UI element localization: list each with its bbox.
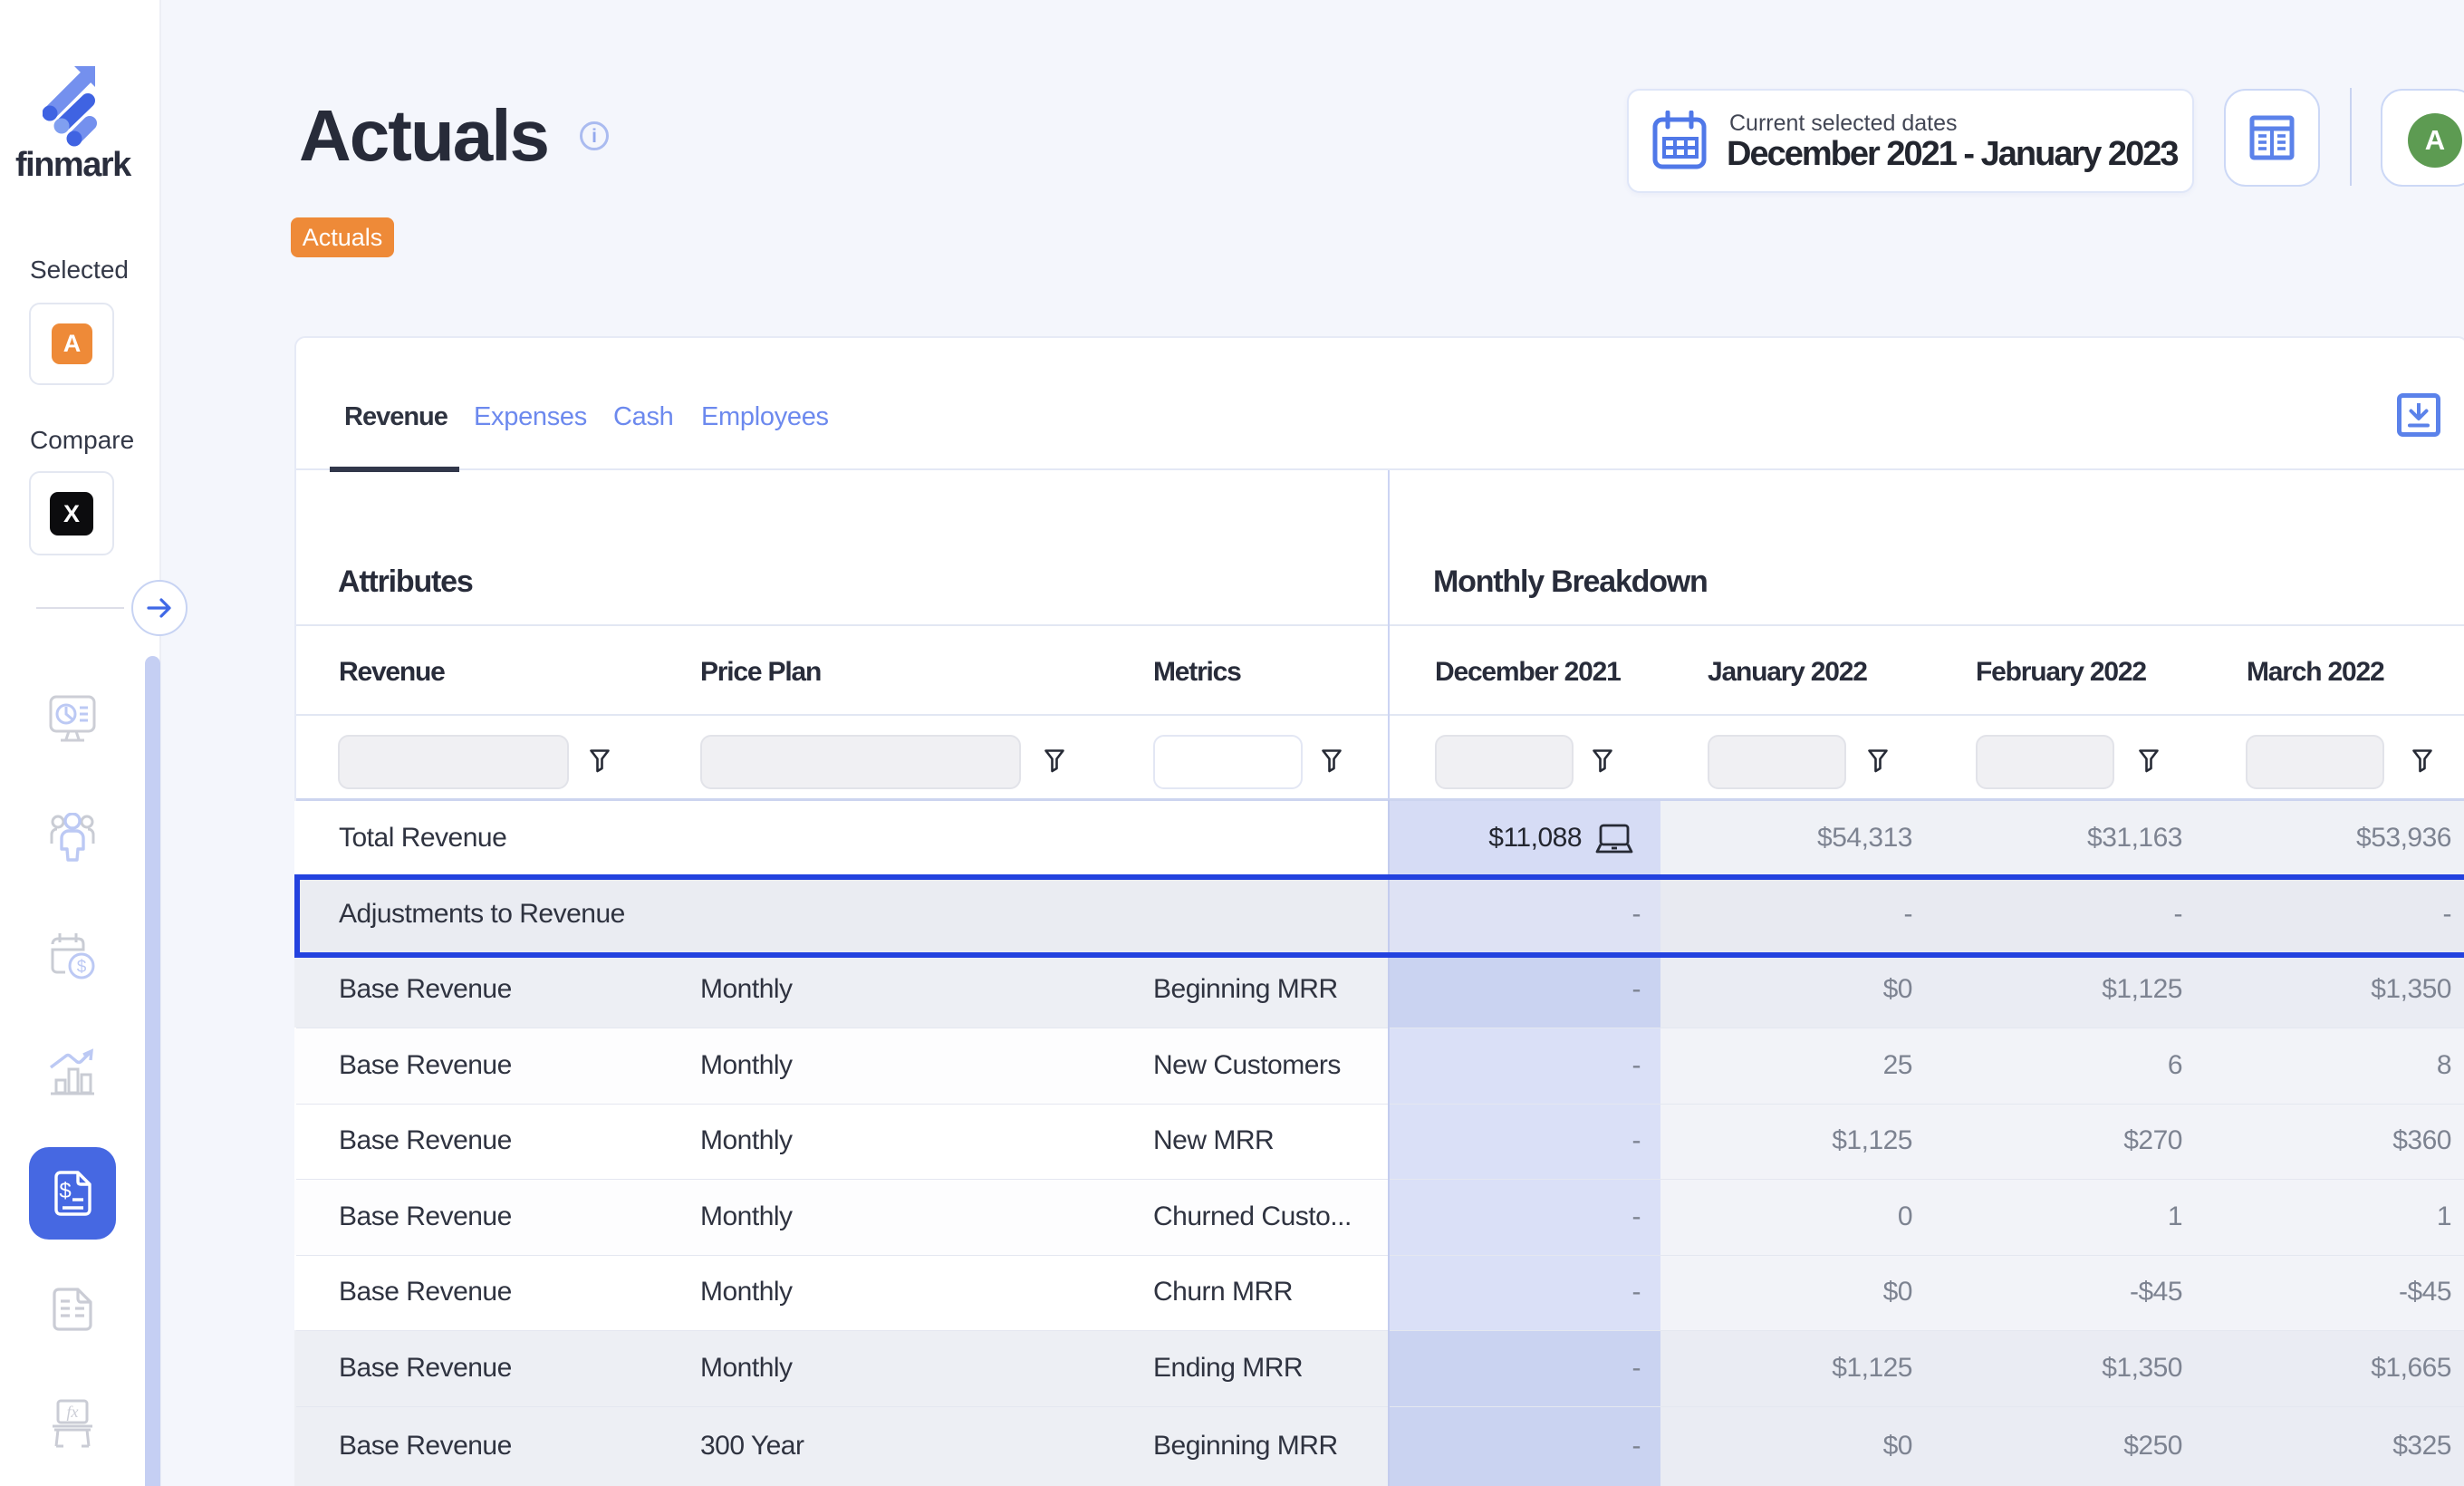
svg-text:$: $	[59, 1179, 71, 1203]
svg-text:$: $	[77, 958, 87, 977]
svg-text:fx: fx	[67, 1403, 79, 1421]
